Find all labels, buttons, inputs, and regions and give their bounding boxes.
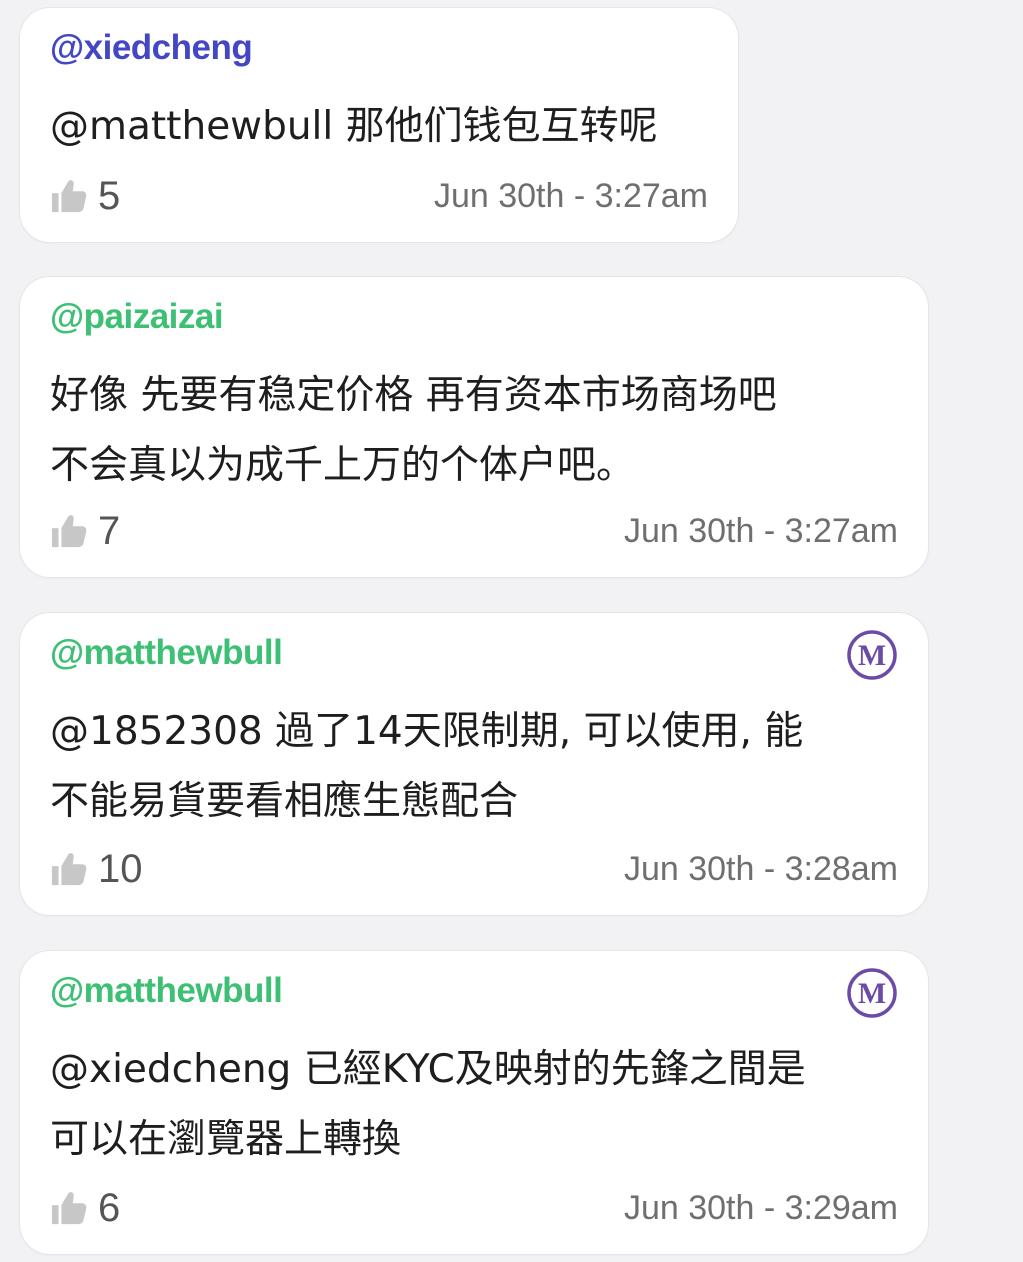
like-button[interactable]: 5 — [50, 174, 120, 219]
comment-username[interactable]: @xiedcheng — [50, 26, 253, 70]
moderator-badge-icon: M — [847, 630, 897, 680]
like-button[interactable]: 7 — [50, 509, 120, 554]
like-button[interactable]: 10 — [50, 847, 143, 892]
comment-text: @matthewbull 那他们钱包互转呢 — [50, 104, 658, 149]
comment-card: @xiedcheng @matthewbull 那他们钱包互转呢 5 Jun 3… — [20, 8, 738, 242]
comment-footer: 7 Jun 30th - 3:27am — [50, 507, 898, 555]
like-button[interactable]: 6 — [50, 1186, 120, 1231]
moderator-badge-letter: M — [858, 639, 886, 672]
comment-timestamp: Jun 30th - 3:27am — [433, 176, 708, 215]
comment-footer: 10 Jun 30th - 3:28am — [50, 845, 898, 893]
comment-timestamp: Jun 30th - 3:27am — [623, 511, 898, 550]
comment-timestamp: Jun 30th - 3:28am — [623, 849, 898, 888]
comment-timestamp: Jun 30th - 3:29am — [623, 1188, 898, 1227]
comment-username[interactable]: @paizaizai — [50, 295, 224, 339]
thumbs-up-icon — [51, 1192, 87, 1225]
like-count: 7 — [98, 508, 121, 553]
comment-card: @paizaizai 好像 先要有稳定价格 再有资本市场商场吧 不会真以为成千上… — [20, 277, 928, 577]
comment-card: @matthewbull M @xiedcheng 已經KYC及映射的先鋒之間是… — [20, 951, 928, 1254]
comment-feed: @xiedcheng @matthewbull 那他们钱包互转呢 5 Jun 3… — [0, 0, 1023, 1262]
comment-username[interactable]: @matthewbull — [50, 969, 283, 1013]
comment-username[interactable]: @matthewbull — [50, 631, 283, 675]
comment-card: @matthewbull M @1852308 過了14天限制期, 可以使用, … — [20, 613, 928, 915]
thumbs-up-icon — [51, 515, 87, 548]
thumbs-up-icon — [51, 853, 87, 886]
comment-text: @1852308 過了14天限制期, 可以使用, 能 不能易貨要看相應生態配合 — [50, 709, 804, 824]
like-count: 6 — [98, 1185, 121, 1230]
moderator-badge-letter: M — [858, 977, 886, 1010]
like-count: 5 — [98, 173, 121, 218]
moderator-badge-icon: M — [847, 968, 897, 1018]
comment-footer: 5 Jun 30th - 3:27am — [50, 172, 708, 220]
thumbs-up-icon — [51, 180, 87, 213]
comment-text: @xiedcheng 已經KYC及映射的先鋒之間是 可以在瀏覽器上轉換 — [50, 1047, 806, 1162]
like-count: 10 — [98, 846, 143, 891]
comment-text: 好像 先要有稳定价格 再有资本市场商场吧 不会真以为成千上万的个体户吧。 — [50, 373, 777, 488]
comment-footer: 6 Jun 30th - 3:29am — [50, 1184, 898, 1232]
